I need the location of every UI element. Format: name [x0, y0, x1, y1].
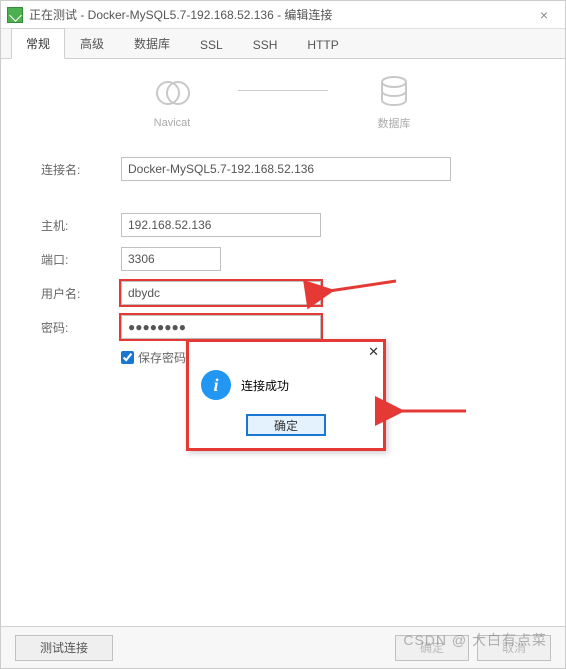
pass-label: 密码: — [41, 319, 121, 336]
tab-database[interactable]: 数据库 — [119, 28, 185, 58]
navicat-node: Navicat — [112, 75, 232, 129]
annotation-arrow-2 — [391, 401, 471, 424]
app-icon — [7, 7, 23, 23]
navicat-label: Navicat — [154, 117, 191, 129]
tab-ssh[interactable]: SSH — [238, 31, 293, 58]
window-title: 正在测试 - Docker-MySQL5.7-192.168.52.136 - … — [29, 6, 529, 23]
close-icon[interactable]: × — [529, 7, 559, 23]
tab-ssl[interactable]: SSL — [185, 31, 238, 58]
port-input[interactable] — [121, 247, 221, 271]
tab-bar: 常规 高级 数据库 SSL SSH HTTP — [1, 29, 565, 59]
database-label: 数据库 — [378, 115, 411, 131]
dialog-message: 连接成功 — [241, 377, 289, 394]
pass-input[interactable] — [121, 315, 321, 339]
tab-http[interactable]: HTTP — [292, 31, 353, 58]
tab-advanced[interactable]: 高级 — [65, 28, 119, 58]
database-icon — [376, 73, 412, 109]
save-password-checkbox[interactable] — [121, 351, 134, 364]
user-input[interactable] — [121, 281, 321, 305]
titlebar: 正在测试 - Docker-MySQL5.7-192.168.52.136 - … — [1, 1, 565, 29]
test-connection-button[interactable]: 测试连接 — [15, 635, 113, 661]
tab-general[interactable]: 常规 — [11, 28, 65, 59]
port-label: 端口: — [41, 251, 121, 268]
dialog-ok-button[interactable]: 确定 — [246, 414, 326, 436]
connection-diagram: Navicat 数据库 — [1, 59, 565, 139]
database-node: 数据库 — [334, 73, 454, 131]
conn-name-label: 连接名: — [41, 161, 121, 178]
dialog-close-icon[interactable]: ✕ — [368, 344, 379, 360]
dialog-header: ✕ — [187, 340, 385, 364]
connection-line — [238, 90, 328, 91]
result-dialog: ✕ i 连接成功 确定 — [186, 339, 386, 451]
host-input[interactable] — [121, 213, 321, 237]
host-label: 主机: — [41, 217, 121, 234]
user-label: 用户名: — [41, 285, 121, 302]
save-password-label: 保存密码 — [138, 349, 186, 366]
conn-name-input[interactable] — [121, 157, 451, 181]
navicat-icon — [154, 75, 190, 111]
watermark: CSDN @ 大白有点菜 — [403, 630, 547, 650]
info-icon: i — [201, 370, 231, 400]
